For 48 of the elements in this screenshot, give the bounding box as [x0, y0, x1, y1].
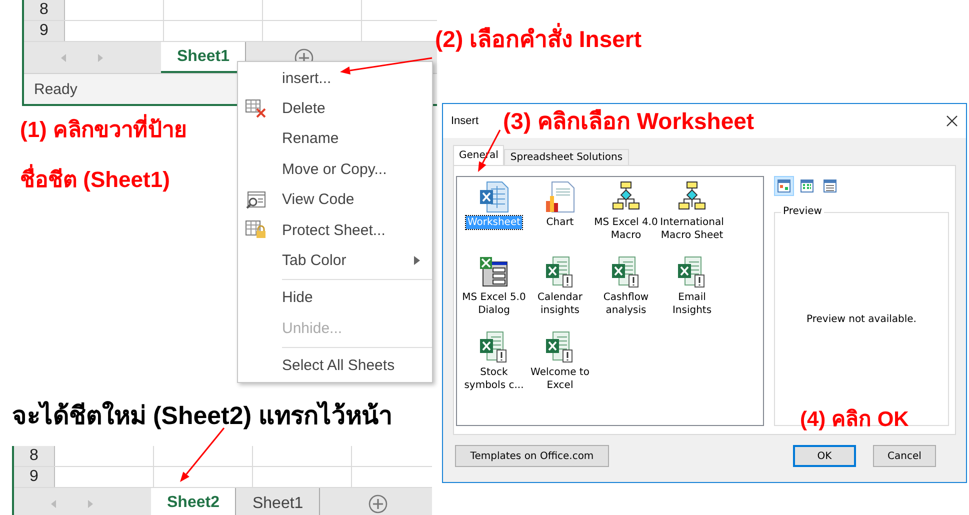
annotation-arrow: [180, 428, 225, 482]
excel-template-icon: [677, 256, 707, 288]
template-item[interactable]: MS Excel 4.0 Macro: [593, 216, 659, 242]
large-icons-view-button[interactable]: [774, 176, 794, 196]
menu-item[interactable]: Rename: [238, 124, 432, 154]
template-item[interactable]: Cashflow analysis: [593, 291, 659, 317]
templates-button[interactable]: Templates on Office.com: [455, 445, 609, 467]
template-item[interactable]: Calendar insights: [527, 291, 593, 317]
menu-item[interactable]: Tab Color: [238, 245, 432, 276]
menu-item[interactable]: Hide: [238, 282, 432, 314]
preview-label: Preview: [781, 206, 824, 217]
menu-item[interactable]: View Code: [238, 184, 432, 215]
menu-item[interactable]: Protect Sheet...: [238, 214, 432, 246]
template-item[interactable]: International Macro Sheet: [659, 216, 725, 242]
template-item[interactable]: Chart: [545, 216, 575, 229]
menu-item[interactable]: Select All Sheets: [238, 350, 432, 381]
sheet-tab[interactable]: Sheet1: [236, 488, 320, 515]
sheet-tab[interactable]: Sheet1: [161, 42, 246, 73]
delete-sheet-icon: [245, 98, 267, 118]
add-sheet-icon[interactable]: [368, 494, 388, 514]
ok-button[interactable]: OK: [793, 445, 856, 467]
row-header: 9: [14, 467, 55, 487]
annotation-text: (4) คลิก OK: [800, 407, 909, 432]
protect-sheet-icon: [245, 220, 267, 240]
row-header: 8: [14, 446, 55, 466]
preview-message: Preview not available.: [806, 314, 916, 324]
excel-template-icon: [479, 331, 509, 363]
dialog-title: Insert: [451, 115, 479, 127]
template-item[interactable]: Welcome to Excel: [527, 366, 593, 392]
excel-template-icon: [545, 256, 575, 288]
row-header: 9: [24, 21, 65, 41]
view-code-icon: [245, 190, 267, 210]
cancel-button[interactable]: Cancel: [873, 445, 936, 467]
template-item[interactable]: Stock symbols c...: [461, 366, 527, 392]
close-icon[interactable]: [946, 115, 958, 127]
excel-template-icon: [545, 331, 575, 363]
row-header: 8: [24, 0, 65, 20]
dialog-sheet-icon: [479, 256, 509, 288]
excel-template-icon: [611, 256, 641, 288]
worksheet-icon: [479, 181, 509, 213]
menu-item[interactable]: Move or Copy...: [238, 154, 432, 185]
annotation-text: (3) คลิกเลือก Worksheet: [503, 108, 754, 136]
template-item[interactable]: MS Excel 5.0 Dialog: [461, 291, 527, 317]
dialog-tab[interactable]: Spreadsheet Solutions: [504, 149, 629, 165]
template-item[interactable]: Email Insights: [659, 291, 725, 317]
chart-icon: [545, 181, 575, 213]
sheet-tab[interactable]: Sheet2: [151, 488, 236, 515]
annotation-text: จะได้ชีตใหม่ (Sheet2) แทรกไว้หน้า: [12, 401, 393, 431]
